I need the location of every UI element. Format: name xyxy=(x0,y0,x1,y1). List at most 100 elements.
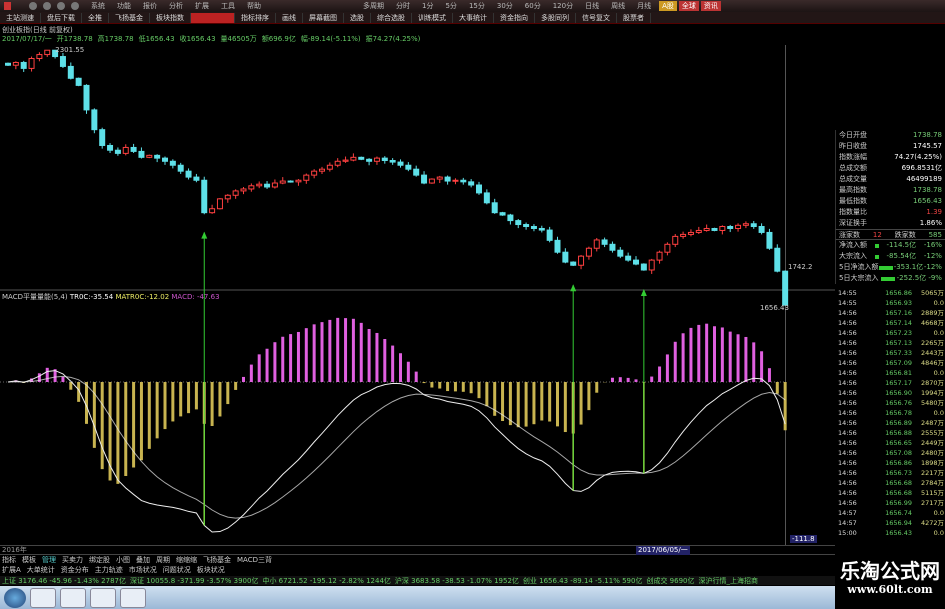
macd-value: MACD: -47.63 xyxy=(171,293,220,301)
period-item[interactable]: 30分 xyxy=(491,1,519,11)
extension-tab[interactable]: 市场状况 xyxy=(129,565,157,575)
max-price-label: 2301.55 xyxy=(55,46,84,54)
home-icon[interactable] xyxy=(71,2,79,10)
candle xyxy=(130,146,137,152)
indicator-tab[interactable]: 叠加 xyxy=(136,555,150,565)
toolbar-tab[interactable]: 选股 xyxy=(344,12,371,23)
period-item[interactable]: 15分 xyxy=(463,1,491,11)
candle xyxy=(216,198,223,210)
stat-label: 最高指数 xyxy=(839,186,867,194)
candle xyxy=(342,159,349,162)
tick-row: 15:00 1656.43 0.0 xyxy=(835,528,945,538)
indicator-tab[interactable]: MACD三背 xyxy=(237,555,272,565)
period-item[interactable]: 月线 xyxy=(631,1,657,11)
candle xyxy=(240,188,247,192)
toolbar-tab[interactable] xyxy=(191,12,235,23)
market-button[interactable]: 资讯 xyxy=(700,1,721,11)
refresh-icon[interactable] xyxy=(57,2,65,10)
period-item[interactable]: 日线 xyxy=(579,1,605,11)
tick-price: 1657.16 xyxy=(885,309,912,317)
flow-bar xyxy=(874,255,879,259)
indicator-tab[interactable]: 绑定股 xyxy=(89,555,110,565)
menu-item[interactable]: 报价 xyxy=(137,1,163,11)
period-item[interactable]: 5分 xyxy=(439,1,462,11)
extension-tab[interactable]: 板块状况 xyxy=(197,565,225,575)
status-item: 深沪行情_上海招商 xyxy=(698,577,759,585)
period-item[interactable]: 120分 xyxy=(547,1,579,11)
menu-item[interactable]: 扩展 xyxy=(189,1,215,11)
candle xyxy=(664,243,671,253)
toolbar-tab[interactable]: 多股同列 xyxy=(535,12,576,23)
indicator-tab[interactable]: 小图 xyxy=(116,555,130,565)
indicator-tab[interactable]: 模板 xyxy=(22,555,36,565)
toolbar-tab[interactable]: 盘后下载 xyxy=(41,12,82,23)
toolbar-tab[interactable]: 信号复文 xyxy=(576,12,617,23)
stat-row: 昨日收盘 1745.57 xyxy=(835,141,945,152)
menu-item[interactable]: 分析 xyxy=(163,1,189,11)
menu-item[interactable]: 帮助 xyxy=(241,1,267,11)
menu-bar: 系统 功能 报价 分析 扩展 工具 帮助 多周期 分时 1分 5分 15分 30分 60分 120分 日线 周线… xyxy=(0,0,945,12)
toolbar-tab[interactable]: 屏幕截图 xyxy=(303,12,344,23)
kline-chart[interactable]: 2301.55 1656.43 1742.2 xyxy=(0,0,835,545)
extension-tab[interactable]: 资金分布 xyxy=(61,565,89,575)
flow-label: 大宗流入 xyxy=(839,252,867,260)
tick-volume: 2449万 xyxy=(920,439,944,447)
toolbar-tab[interactable]: 全推 xyxy=(82,12,109,23)
candle xyxy=(782,270,789,306)
market-button[interactable]: 全球 xyxy=(678,1,699,11)
taskbar-app-paint[interactable] xyxy=(120,587,146,608)
start-button[interactable] xyxy=(4,587,26,608)
indicator-tab[interactable]: 管理 xyxy=(42,555,56,565)
taskbar-app-trading[interactable] xyxy=(60,587,86,608)
extension-tab[interactable]: 扩展A xyxy=(2,565,21,575)
toolbar-tab[interactable]: 股票者 xyxy=(617,12,651,23)
up-label: 涨家数 xyxy=(839,231,860,239)
toolbar-tab[interactable]: 飞扬基金 xyxy=(109,12,150,23)
stat-value: 696.8531亿 xyxy=(901,164,942,172)
toolbar-tab[interactable]: 综合选股 xyxy=(371,12,412,23)
tick-row: 14:56 1657.14 4668万 xyxy=(835,318,945,328)
market-button[interactable]: A股 xyxy=(659,1,677,11)
menu-item[interactable]: 系统 xyxy=(85,1,111,11)
toolbar-tab[interactable]: 板块指数 xyxy=(150,12,191,23)
taskbar-app-ie[interactable] xyxy=(30,587,56,608)
toolbar-tab[interactable]: 资金指向 xyxy=(494,12,535,23)
macd-troc: TR0C:-35.54 xyxy=(69,293,114,301)
tick-time: 14:56 xyxy=(838,349,857,357)
menu-item[interactable]: 工具 xyxy=(215,1,241,11)
extension-tab[interactable]: 主力轨迹 xyxy=(95,565,123,575)
extension-tab[interactable]: 问题状况 xyxy=(163,565,191,575)
indicator-tab[interactable]: 飞扬基金 xyxy=(203,555,231,565)
period-item[interactable]: 分时 xyxy=(390,1,416,11)
tick-volume: 2487万 xyxy=(920,419,944,427)
indicator-tab[interactable]: 指标 xyxy=(2,555,16,565)
period-item[interactable]: 1分 xyxy=(416,1,439,11)
period-item[interactable]: 60分 xyxy=(519,1,547,11)
period-item[interactable]: 多周期 xyxy=(357,1,390,11)
toolbar-tab[interactable]: 训练模式 xyxy=(412,12,453,23)
candle xyxy=(530,226,537,229)
indicator-tab[interactable]: 缩缩缩 xyxy=(176,555,197,565)
toolbar-tab[interactable]: 大事统计 xyxy=(453,12,494,23)
tick-volume: 0.0 xyxy=(933,409,944,417)
menu-item[interactable]: 功能 xyxy=(111,1,137,11)
candle xyxy=(687,231,694,235)
tick-price: 1656.73 xyxy=(885,469,912,477)
candle xyxy=(601,239,608,245)
tick-row: 14:56 1657.09 4846万 xyxy=(835,358,945,368)
period-item[interactable]: 周线 xyxy=(605,1,631,11)
status-item: 中小 6721.52 -195.12 -2.82% 1244亿 xyxy=(262,577,391,585)
toolbar-tab[interactable]: 画线 xyxy=(276,12,303,23)
back-icon[interactable] xyxy=(29,2,37,10)
taskbar-app-media[interactable] xyxy=(90,587,116,608)
toolbar-tab[interactable]: 主站测速 xyxy=(0,12,41,23)
indicator-tab[interactable]: 买卖力 xyxy=(62,555,83,565)
toolbar-tab[interactable]: 指标排序 xyxy=(235,12,276,23)
stat-label: 深证换手 xyxy=(839,219,867,227)
forward-icon[interactable] xyxy=(43,2,51,10)
candle xyxy=(421,174,428,184)
indicator-tab[interactable]: 周期 xyxy=(156,555,170,565)
extension-tab[interactable]: 大单统计 xyxy=(27,565,55,575)
candle xyxy=(452,179,459,182)
candle xyxy=(201,179,208,214)
